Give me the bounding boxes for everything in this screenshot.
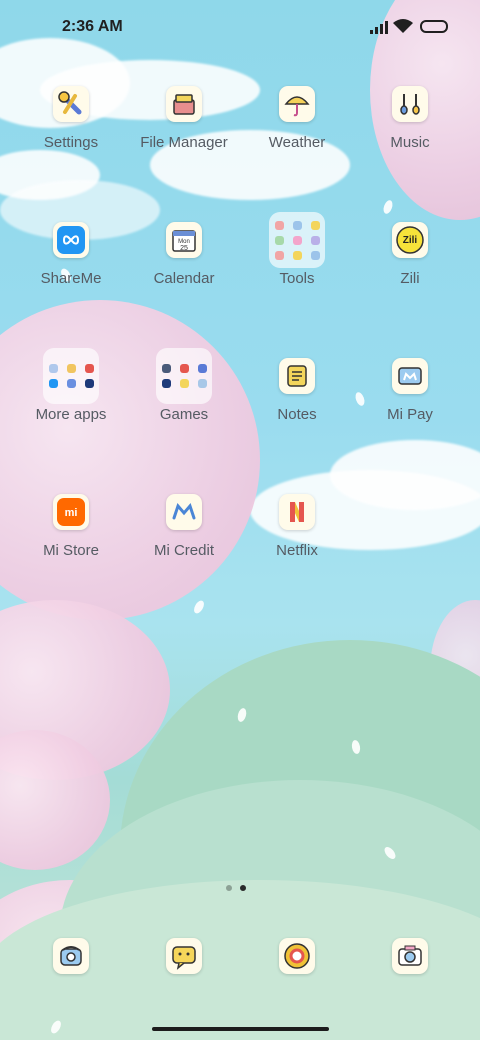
message-icon: [166, 938, 202, 974]
notepad-icon: [279, 358, 315, 394]
status-time: 2:36 AM: [62, 18, 123, 35]
app-netflix[interactable]: Netflix: [237, 494, 357, 559]
page-dot[interactable]: [240, 885, 246, 891]
camera-icon: [392, 938, 428, 974]
app-zili[interactable]: Zili Zili: [350, 222, 470, 287]
app-label: Settings: [43, 134, 99, 151]
dock-browser[interactable]: [237, 938, 357, 974]
wallet-icon: [392, 358, 428, 394]
app-notes[interactable]: Notes: [237, 358, 357, 423]
app-label: Tools: [279, 270, 315, 287]
app-label: Games: [159, 406, 209, 423]
app-mi-credit[interactable]: Mi Credit: [124, 494, 244, 559]
app-music[interactable]: Music: [350, 86, 470, 151]
folder-thumb: [292, 250, 302, 260]
folder-thumb: [274, 220, 284, 230]
folder-thumb: [274, 235, 284, 245]
folder-thumb: [179, 364, 189, 373]
folder-thumb: [292, 220, 302, 230]
app-label: More apps: [35, 406, 107, 423]
folder-thumb: [310, 235, 320, 245]
folder-thumb: [66, 364, 76, 373]
icon-text: 25: [180, 245, 188, 252]
folder-thumb: [84, 379, 94, 388]
folder-thumb: [310, 220, 320, 230]
wrench-icon: [53, 86, 89, 122]
folder-thumb: [48, 379, 58, 388]
folder-thumb: [292, 235, 302, 245]
phone-icon: [53, 938, 89, 974]
folder-thumb: [66, 379, 76, 388]
folder-thumb: [274, 250, 284, 260]
icon-text: Zili: [403, 235, 418, 246]
app-label: Weather: [268, 134, 326, 151]
app-label: File Manager: [140, 134, 228, 151]
app-label: Music: [390, 134, 430, 151]
folder-icon: [269, 212, 325, 268]
wifi-icon: [393, 19, 413, 33]
app-label: Notes: [277, 406, 317, 423]
page-indicator: [226, 878, 254, 896]
mi-credit-icon: [166, 494, 202, 530]
umbrella-icon: [279, 86, 315, 122]
app-label: Calendar: [153, 270, 215, 287]
folder-games[interactable]: Games: [124, 348, 244, 423]
earphones-icon: [392, 86, 428, 122]
app-weather[interactable]: Weather: [237, 86, 357, 151]
dock-messages[interactable]: [124, 938, 244, 974]
folder-thumb: [84, 364, 94, 373]
dock-camera[interactable]: [350, 938, 470, 974]
folder-thumb: [197, 364, 207, 373]
folder-thumb: [310, 250, 320, 260]
icon-text: mi: [65, 507, 78, 519]
folder-icon: [43, 348, 99, 404]
zili-icon: Zili: [392, 222, 428, 258]
netflix-n-icon: [279, 494, 315, 530]
folder-thumb: [179, 379, 189, 388]
folder-box-icon: [166, 86, 202, 122]
infinity-icon: [53, 222, 89, 258]
app-mi-pay[interactable]: Mi Pay: [350, 358, 470, 423]
app-mi-store[interactable]: mi Mi Store: [11, 494, 131, 559]
mi-logo-icon: mi: [53, 494, 89, 530]
browser-icon: [279, 938, 315, 974]
app-shareme[interactable]: ShareMe: [11, 222, 131, 287]
app-label: Mi Store: [43, 542, 99, 559]
folder-thumb: [48, 364, 58, 373]
status-bar: 2:36 AM: [0, 0, 480, 56]
app-label: ShareMe: [40, 270, 102, 287]
folder-tools[interactable]: Tools: [237, 212, 357, 287]
app-file-manager[interactable]: File Manager: [124, 86, 244, 151]
folder-more-apps[interactable]: More apps: [11, 348, 131, 423]
folder-thumb: [161, 364, 171, 373]
page-dot[interactable]: [226, 885, 232, 891]
app-calendar[interactable]: Mon 25 Calendar: [124, 222, 244, 287]
battery-icon: [420, 20, 448, 33]
app-label: Mi Credit: [153, 542, 214, 559]
folder-icon: [156, 348, 212, 404]
home-gesture-bar[interactable]: [152, 1027, 329, 1031]
signal-icon: [370, 21, 388, 34]
app-label: Zili: [400, 270, 420, 287]
dock-phone[interactable]: [11, 938, 131, 974]
calendar-icon: Mon 25: [166, 222, 202, 258]
app-settings[interactable]: Settings: [11, 86, 131, 151]
folder-thumb: [197, 379, 207, 388]
app-label: Mi Pay: [387, 406, 433, 423]
app-label: Netflix: [276, 542, 318, 559]
folder-thumb: [161, 379, 171, 388]
